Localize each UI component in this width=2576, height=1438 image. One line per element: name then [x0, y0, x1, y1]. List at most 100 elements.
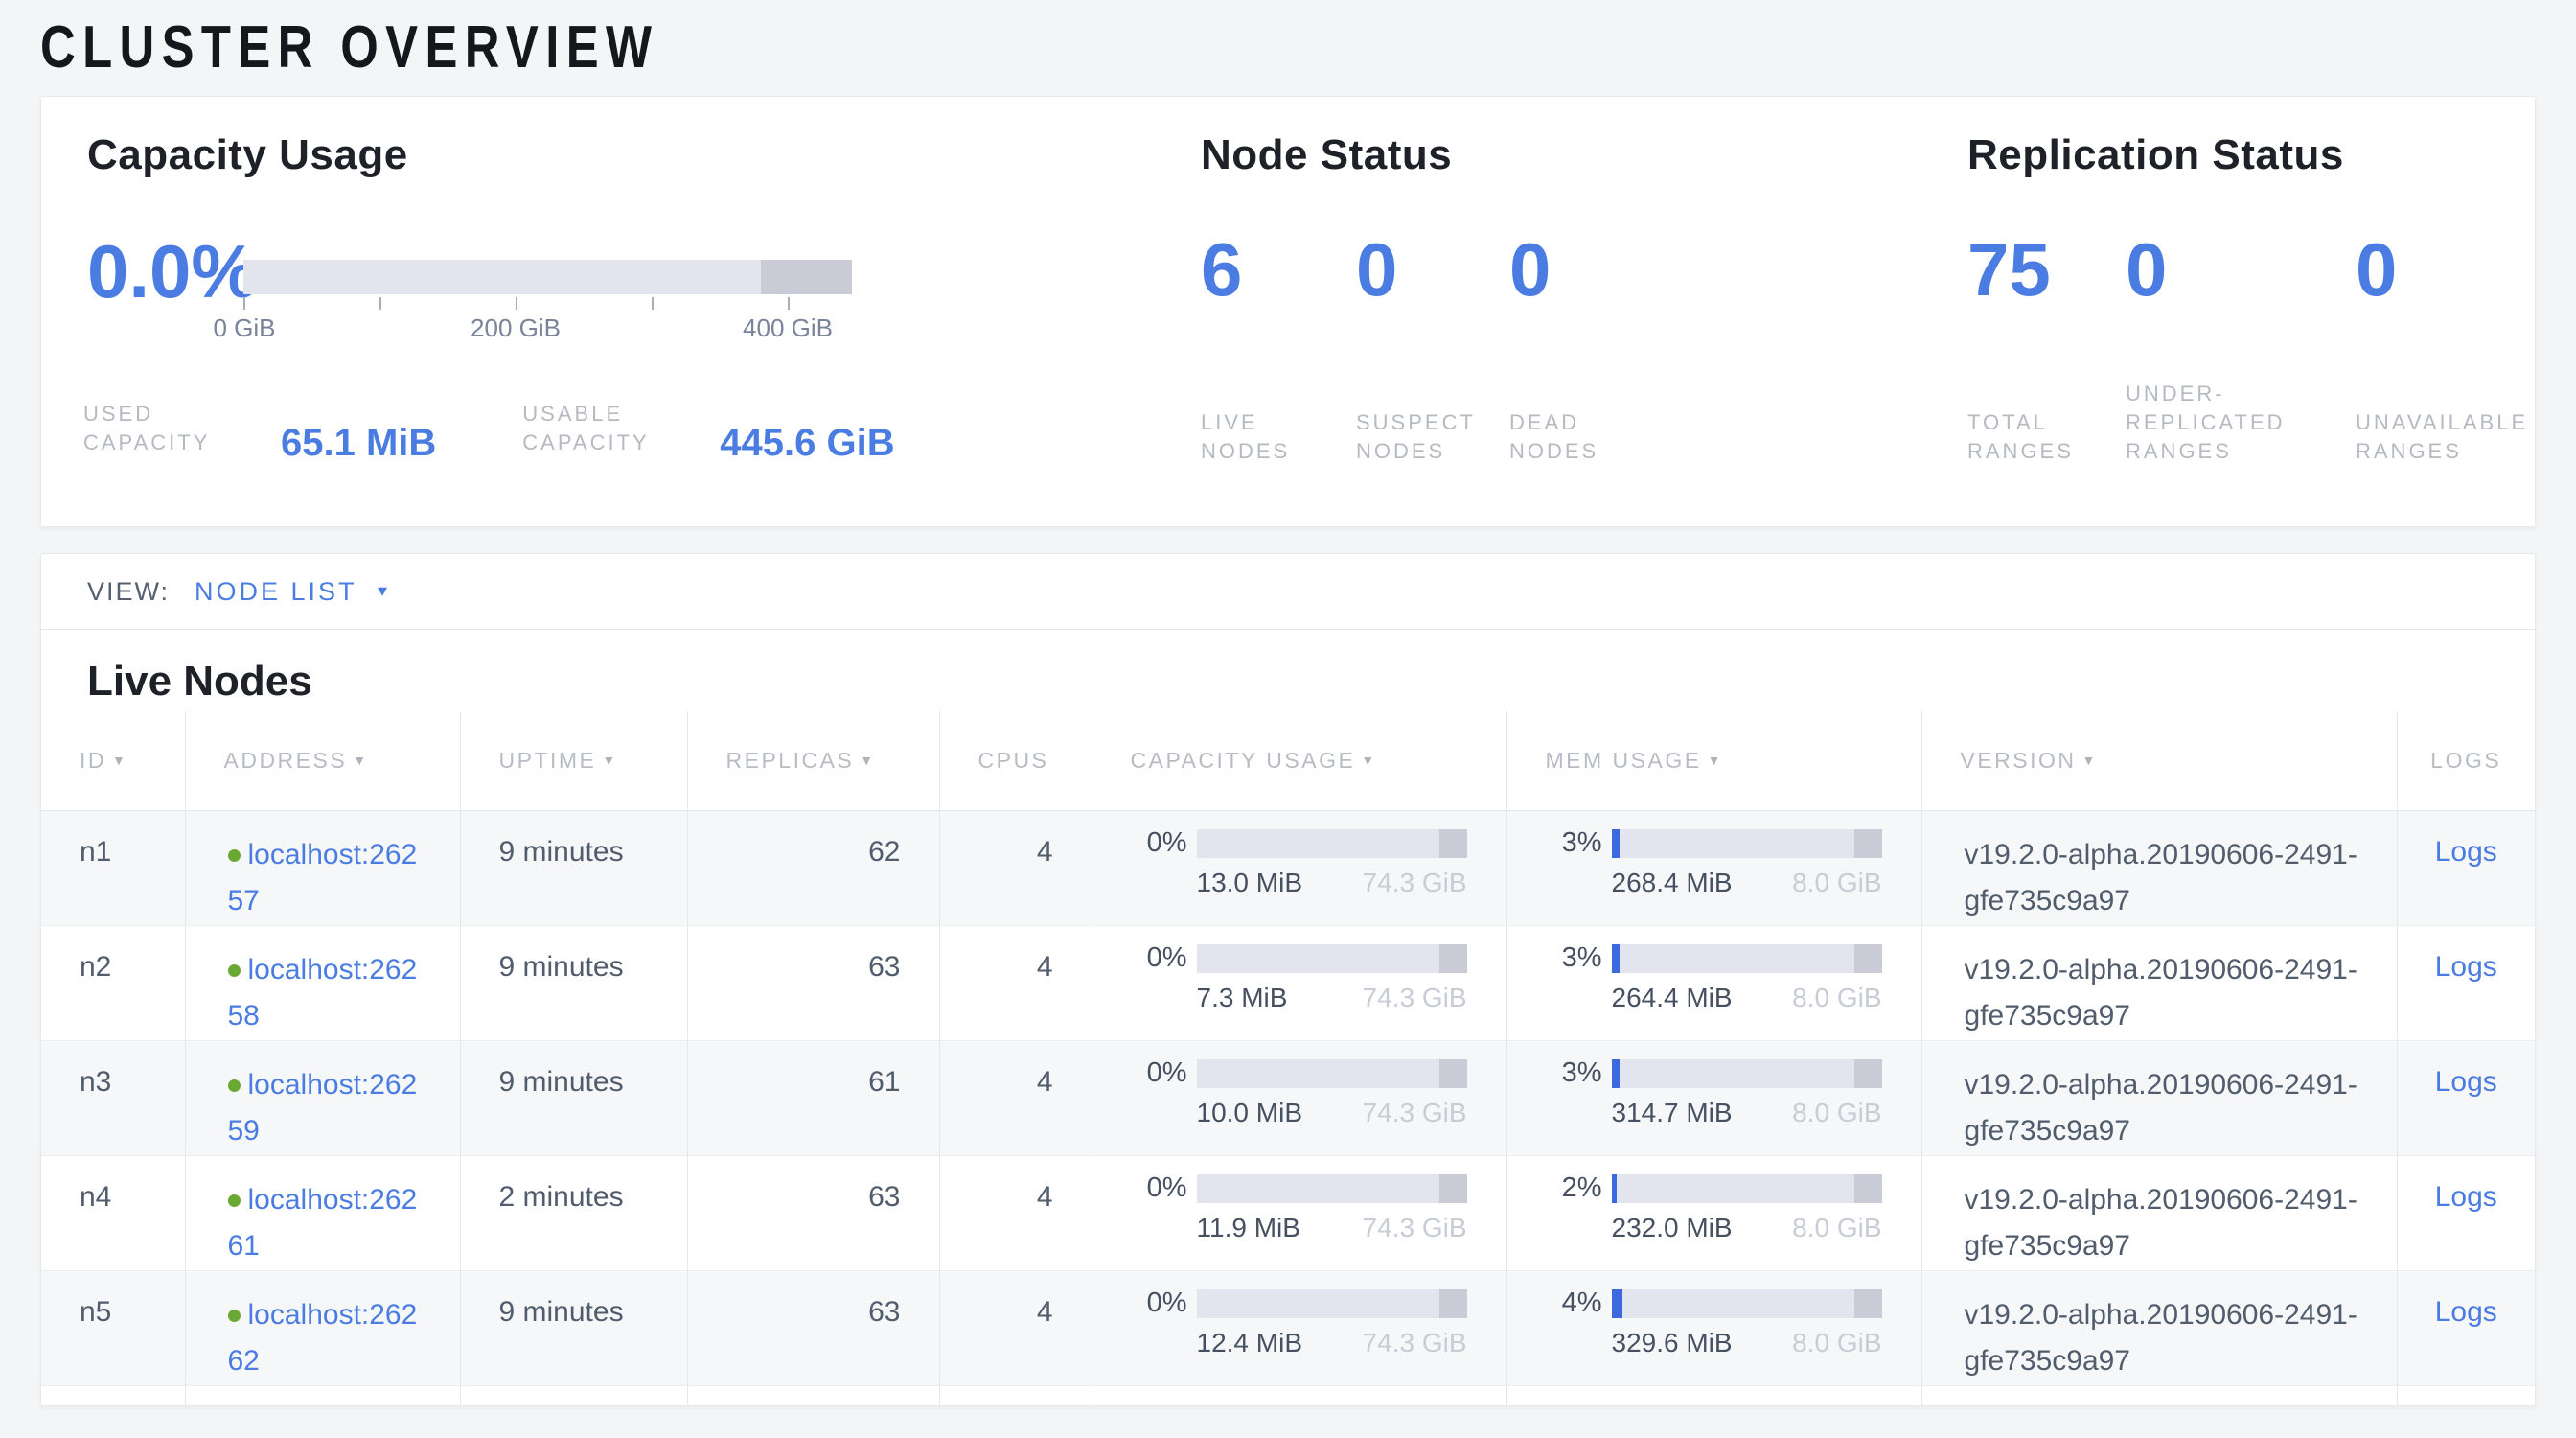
under-replicated-ranges-value: 0	[2126, 231, 2356, 308]
capacity-used-value: 12.4 MiB	[1197, 1328, 1303, 1358]
total-ranges-label: TOTAL RANGES	[1967, 408, 2111, 466]
axis-label: 0 GiB	[213, 313, 275, 343]
node-cpus	[939, 1385, 1092, 1406]
node-address-link[interactable]: localhost:26262	[228, 1299, 418, 1377]
table-row: n1 localhost:26257 9 minutes 62 4 0% 13.…	[41, 810, 2535, 925]
view-selector-dropdown[interactable]: NODE LIST ▼	[195, 577, 390, 607]
capacity-bar-track	[243, 260, 852, 294]
capacity-usage-bar: 0 GiB 200 GiB 400 GiB	[243, 260, 852, 338]
node-address-link[interactable]: localhost:26258	[228, 954, 418, 1032]
logs-link[interactable]: Logs	[2435, 1181, 2497, 1213]
capacity-usage-heading: Capacity Usage	[87, 131, 408, 179]
column-header-replicas[interactable]: REPLICAS ▼	[687, 711, 939, 810]
sort-desc-icon: ▼	[112, 753, 127, 768]
node-address-cell: localhost:26258	[185, 925, 460, 1040]
meter-reserved-segment	[1854, 1289, 1881, 1318]
node-uptime	[460, 1385, 687, 1406]
node-replicas	[687, 1385, 939, 1406]
capacity-stats: USED CAPACITY 65.1 MiB USABLE CAPACITY 4…	[83, 400, 895, 457]
meter-reserved-segment	[1439, 944, 1466, 973]
meter-reserved-segment	[1439, 1059, 1466, 1088]
node-id: n1	[41, 810, 185, 925]
column-header-cpus: CPUS	[939, 711, 1092, 810]
capacity-meter	[1197, 829, 1467, 858]
usable-capacity-value: 445.6 GiB	[720, 427, 894, 459]
node-list-card: VIEW: NODE LIST ▼ Live Nodes ID▼ ADDRESS…	[40, 553, 2536, 1406]
capacity-meter	[1197, 944, 1467, 973]
capacity-used-value: 7.3 MiB	[1197, 983, 1288, 1013]
table-row: n3 localhost:26259 9 minutes 61 4 0% 10.…	[41, 1040, 2535, 1155]
mem-usage-cell: 3% 268.4 MiB8.0 GiB	[1506, 810, 1921, 925]
axis-tick	[243, 297, 245, 310]
node-address-cell: localhost:26261	[185, 1155, 460, 1270]
node-id: n5	[41, 1270, 185, 1385]
mem-total-value: 8.0 GiB	[1792, 983, 1881, 1013]
axis-tick	[788, 297, 790, 310]
under-replicated-ranges-label: UNDER-REPLICATED RANGES	[2126, 380, 2322, 466]
table-row-clipped	[41, 1385, 2535, 1406]
suspect-nodes-value: 0	[1356, 231, 1509, 308]
mem-usage-cell: 3% 264.4 MiB8.0 GiB	[1506, 925, 1921, 1040]
meter-fill	[1612, 1059, 1620, 1088]
logs-cell: Logs	[2397, 1155, 2535, 1270]
node-address-link[interactable]: localhost:26257	[228, 839, 418, 916]
mem-percent: 3%	[1562, 1057, 1602, 1089]
node-address-link[interactable]: localhost:26259	[228, 1069, 418, 1147]
column-header-label: ID	[80, 748, 106, 773]
mem-used-value: 232.0 MiB	[1612, 1213, 1733, 1243]
sort-desc-icon: ▼	[353, 753, 368, 768]
node-version-cell: v19.2.0-alpha.20190606-2491-gfe735c9a97	[1921, 1040, 2397, 1155]
live-nodes-value: 6	[1201, 231, 1356, 308]
capacity-usage-cell: 0% 7.3 MiB74.3 GiB	[1092, 925, 1506, 1040]
column-header-label: REPLICAS	[726, 748, 855, 773]
column-header-version[interactable]: VERSION ▼	[1921, 711, 2397, 810]
meter-reserved-segment	[1439, 1289, 1466, 1318]
column-header-capacity-usage[interactable]: CAPACITY USAGE▼	[1092, 711, 1506, 810]
logs-link[interactable]: Logs	[2435, 1296, 2497, 1328]
mem-usage-cell: 4% 329.6 MiB8.0 GiB	[1506, 1270, 1921, 1385]
mem-used-value: 329.6 MiB	[1612, 1328, 1733, 1358]
node-replicas: 62	[687, 810, 939, 925]
total-ranges-value: 75	[1967, 231, 2126, 308]
node-id: n4	[41, 1155, 185, 1270]
node-id: n2	[41, 925, 185, 1040]
node-version: v19.2.0-alpha.20190606-2491-gfe735c9a97	[1965, 1292, 2386, 1384]
table-row: n5 localhost:26262 9 minutes 63 4 0% 12.…	[41, 1270, 2535, 1385]
live-status-dot	[228, 1079, 241, 1092]
capacity-usage-cell: 0% 10.0 MiB74.3 GiB	[1092, 1040, 1506, 1155]
sort-desc-icon: ▼	[860, 753, 875, 768]
logs-link[interactable]: Logs	[2435, 1066, 2497, 1098]
mem-used-value: 264.4 MiB	[1612, 983, 1733, 1013]
column-header-id[interactable]: ID ▼	[41, 711, 185, 810]
column-header-logs: LOGS	[2397, 711, 2535, 810]
node-version: v19.2.0-alpha.20190606-2491-gfe735c9a97	[1965, 1062, 2386, 1154]
node-version: v19.2.0-alpha.20190606-2491-gfe735c9a97	[1965, 832, 2386, 924]
logs-link[interactable]: Logs	[2435, 951, 2497, 983]
capacity-axis-labels: 0 GiB 200 GiB 400 GiB	[243, 310, 852, 338]
live-status-dot	[228, 964, 241, 977]
unavailable-ranges-stat: 0 UNAVAILABLE RANGES	[2356, 231, 2576, 466]
mem-total-value: 8.0 GiB	[1792, 1213, 1881, 1243]
capacity-usage-cell	[1092, 1385, 1506, 1406]
mem-usage-cell: 3% 314.7 MiB8.0 GiB	[1506, 1040, 1921, 1155]
column-header-address[interactable]: ADDRESS▼	[185, 711, 460, 810]
mem-meter	[1612, 1289, 1882, 1318]
meter-reserved-segment	[1854, 1059, 1881, 1088]
sort-desc-icon: ▼	[2082, 753, 2098, 768]
column-header-label: VERSION	[1961, 748, 2077, 773]
node-address-link[interactable]: localhost:26261	[228, 1184, 418, 1262]
capacity-percent: 0%	[1147, 942, 1187, 974]
node-address-cell: localhost:26257	[185, 810, 460, 925]
node-version-cell	[1921, 1385, 2397, 1406]
column-header-mem-usage[interactable]: MEM USAGE▼	[1506, 711, 1921, 810]
node-uptime: 9 minutes	[460, 810, 687, 925]
logs-link[interactable]: Logs	[2435, 836, 2497, 868]
node-uptime: 9 minutes	[460, 1270, 687, 1385]
meter-reserved-segment	[1854, 1174, 1881, 1203]
view-bar: VIEW: NODE LIST ▼	[41, 554, 2535, 630]
used-capacity-value: 65.1 MiB	[281, 427, 436, 459]
unavailable-ranges-label: UNAVAILABLE RANGES	[2356, 408, 2576, 466]
node-address-cell	[185, 1385, 460, 1406]
column-header-uptime[interactable]: UPTIME▼	[460, 711, 687, 810]
meter-reserved-segment	[1854, 944, 1881, 973]
